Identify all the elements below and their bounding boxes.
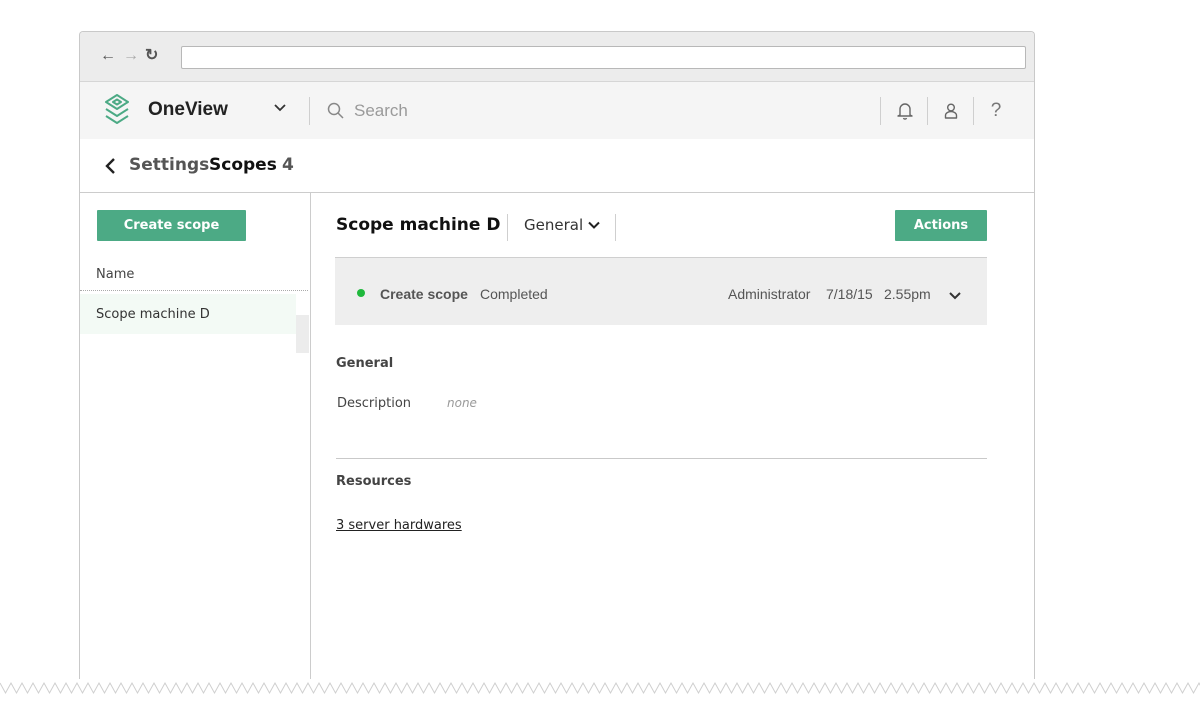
view-selector-label: General bbox=[524, 216, 584, 234]
scope-count: 4 bbox=[282, 155, 294, 175]
create-scope-button[interactable]: Create scope bbox=[97, 210, 246, 241]
header-divider bbox=[880, 97, 881, 125]
browser-toolbar: ← → ↻ bbox=[80, 32, 1034, 82]
app-name: OneView bbox=[148, 99, 228, 120]
back-arrow-icon[interactable]: ← bbox=[100, 46, 116, 66]
title-divider bbox=[615, 214, 616, 241]
activity-row[interactable]: Create scope Completed Administrator 7/1… bbox=[335, 257, 987, 325]
page-title: Scopes bbox=[209, 155, 277, 175]
scope-list-panel: Create scope Name Scope machine D bbox=[80, 193, 311, 681]
chevron-down-icon[interactable] bbox=[272, 100, 288, 116]
app-header: OneView ? bbox=[80, 82, 1034, 139]
breadcrumb: Settings Scopes 4 bbox=[80, 139, 1034, 193]
name-column-header[interactable]: Name bbox=[96, 267, 134, 282]
url-bar[interactable] bbox=[181, 46, 1026, 69]
activity-name: Create scope bbox=[380, 286, 468, 302]
search-input[interactable] bbox=[354, 97, 654, 125]
view-selector[interactable]: General bbox=[524, 216, 601, 234]
scrollbar[interactable] bbox=[296, 315, 309, 353]
chevron-down-icon bbox=[588, 221, 600, 229]
chevron-left-icon[interactable] bbox=[104, 157, 118, 175]
actions-button[interactable]: Actions bbox=[895, 210, 987, 241]
breadcrumb-settings[interactable]: Settings bbox=[129, 155, 209, 175]
torn-edge-divider bbox=[0, 679, 1200, 721]
search-icon bbox=[327, 102, 344, 119]
activity-time: 2.55pm bbox=[884, 286, 931, 302]
reload-icon[interactable]: ↻ bbox=[145, 46, 158, 66]
general-section-title: General bbox=[336, 356, 394, 371]
list-divider bbox=[80, 290, 308, 291]
header-divider bbox=[973, 97, 974, 125]
activity-user: Administrator bbox=[728, 286, 811, 302]
description-value: none bbox=[447, 396, 477, 410]
user-icon[interactable] bbox=[940, 100, 962, 122]
server-hardware-link[interactable]: 3 server hardwares bbox=[336, 518, 462, 533]
scope-detail-panel: Scope machine D General Actions Create s… bbox=[312, 193, 1034, 681]
header-divider bbox=[927, 97, 928, 125]
status-dot bbox=[357, 289, 365, 297]
detail-title: Scope machine D bbox=[336, 215, 501, 235]
chevron-down-icon[interactable] bbox=[947, 289, 963, 303]
activity-date: 7/18/15 bbox=[826, 286, 873, 302]
forward-arrow-icon[interactable]: → bbox=[123, 46, 139, 66]
activity-status: Completed bbox=[480, 286, 548, 302]
help-icon[interactable]: ? bbox=[985, 100, 1007, 122]
section-divider bbox=[336, 458, 987, 459]
oneview-logo-icon bbox=[105, 94, 129, 124]
list-item-label: Scope machine D bbox=[96, 307, 210, 322]
list-item[interactable]: Scope machine D bbox=[80, 294, 296, 334]
browser-window: ← → ↻ OneView Search ? Settings Scopes 4… bbox=[79, 31, 1035, 681]
resources-section-title: Resources bbox=[336, 474, 412, 489]
header-divider bbox=[309, 97, 310, 125]
description-label: Description bbox=[337, 396, 412, 411]
bell-icon[interactable] bbox=[894, 100, 916, 122]
title-divider bbox=[507, 214, 508, 241]
